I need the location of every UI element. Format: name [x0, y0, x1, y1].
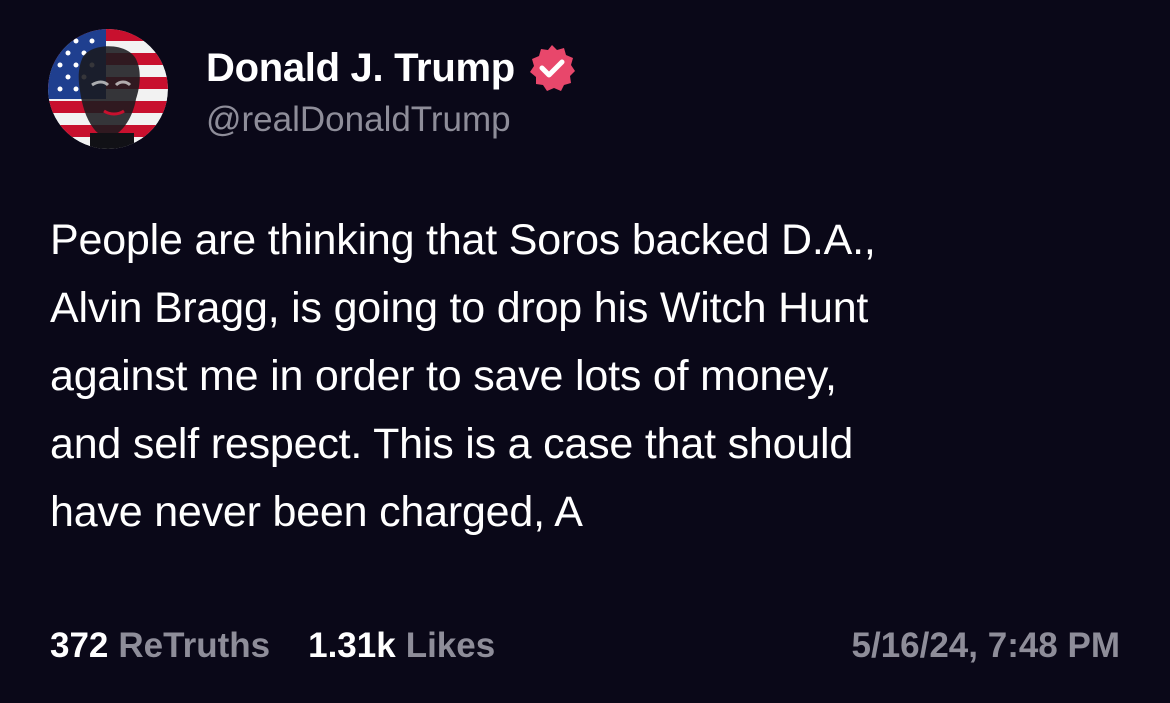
retruths-stat[interactable]: 372 ReTruths: [50, 626, 270, 666]
post-header: Donald J. Trump @realDonaldTrump: [48, 28, 577, 150]
verified-badge-icon: [527, 43, 577, 93]
retruths-count: 372: [50, 626, 109, 665]
flag-portrait-avatar: [48, 29, 168, 149]
likes-label: Likes: [405, 626, 496, 665]
post-text: People are thinking that Soros backed D.…: [50, 216, 876, 536]
likes-stat[interactable]: 1.31k Likes: [308, 626, 495, 666]
post-timestamp[interactable]: 5/16/24, 7:48 PM: [852, 626, 1121, 666]
name-row: Donald J. Trump: [206, 38, 577, 98]
likes-count: 1.31k: [308, 626, 396, 665]
author-handle[interactable]: @realDonaldTrump: [206, 100, 577, 140]
author-identity: Donald J. Trump @realDonaldTrump: [206, 38, 577, 140]
truth-post: Donald J. Trump @realDonaldTrump People …: [0, 0, 1170, 703]
avatar[interactable]: [48, 29, 168, 149]
retruths-label: ReTruths: [118, 626, 271, 665]
author-display-name[interactable]: Donald J. Trump: [206, 46, 515, 91]
post-footer: 372 ReTruths 1.31k Likes 5/16/24, 7:48 P…: [50, 618, 1120, 674]
